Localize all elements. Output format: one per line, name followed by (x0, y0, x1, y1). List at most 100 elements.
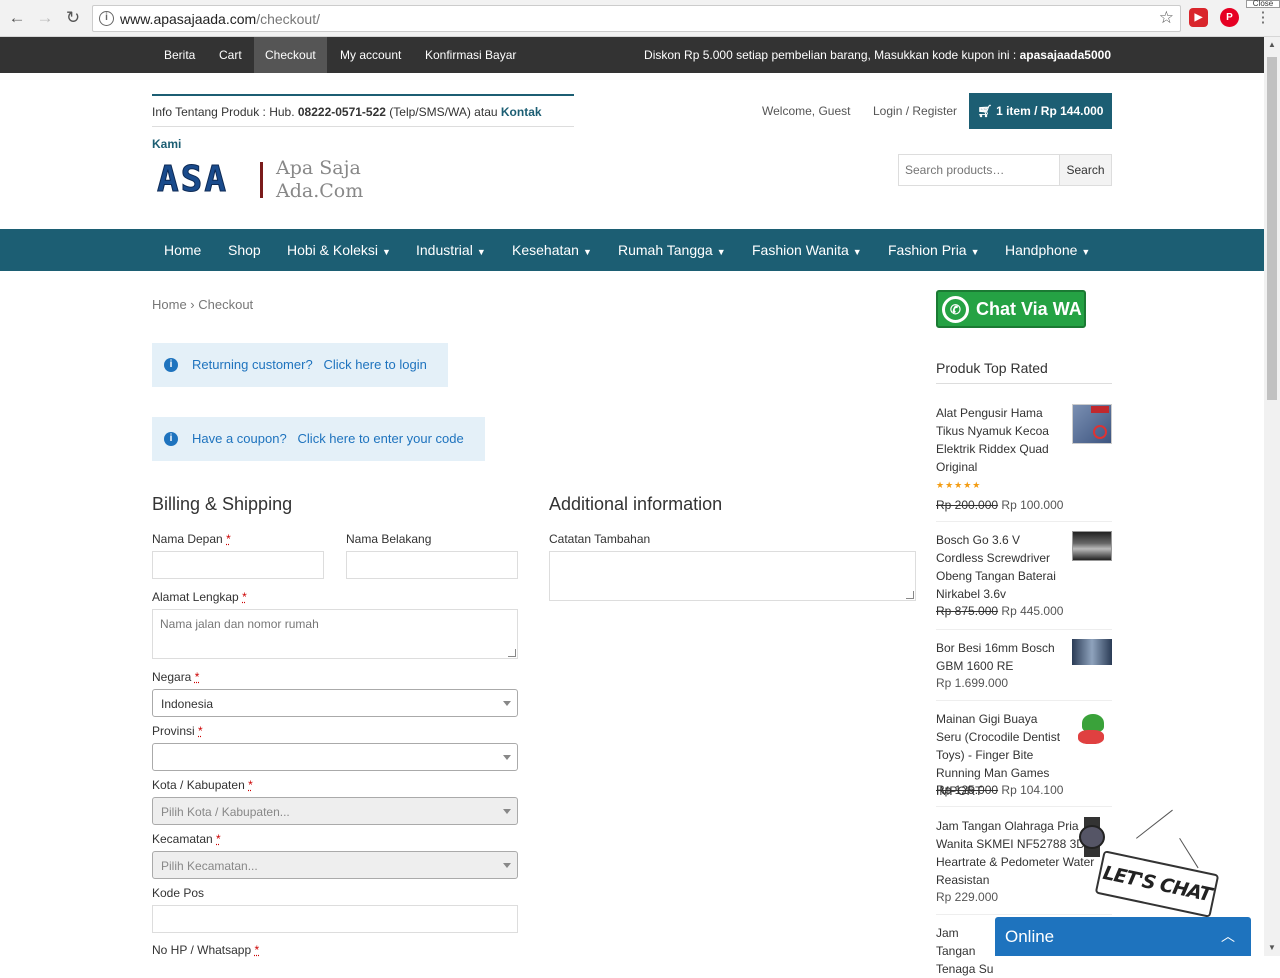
breadcrumb: Home › Checkout (152, 297, 253, 312)
caret-down-icon: ▼ (716, 247, 726, 257)
product-item[interactable]: Jam Tangan Olahraga Pria Wanita SKMEI NF… (936, 817, 1112, 915)
site-logo[interactable]: ASA Apa Saja Ada.Com (156, 157, 372, 203)
reload-icon[interactable]: ↻ (63, 8, 83, 28)
nav-item-fashion-pria[interactable]: Fashion Pria ▼ (888, 229, 980, 273)
notes-label: Catatan Tambahan (549, 532, 651, 546)
caret-down-icon: ▼ (1081, 247, 1091, 257)
product-thumbnail[interactable] (1072, 710, 1112, 750)
chat-online-bar[interactable]: Online ︿ (995, 917, 1251, 956)
product-price: Rp 1.699.000 (936, 676, 1008, 690)
forward-icon[interactable]: → (35, 8, 55, 28)
extension-icon[interactable]: ▶ (1189, 8, 1208, 27)
coupon-link[interactable]: Click here to enter your code (298, 431, 464, 446)
menu-dots-icon[interactable]: ⋮ (1253, 8, 1273, 28)
topbar-link-my-account[interactable]: My account (340, 37, 401, 73)
first-name-field[interactable] (152, 551, 324, 579)
city-select[interactable]: Pilih Kota / Kabupaten... (152, 797, 518, 825)
info-icon: i (164, 358, 178, 372)
product-price: Rp 200.000 Rp 100.000 (936, 498, 1063, 512)
product-item[interactable]: Bosch Go 3.6 V Cordless Screwdriver Oben… (936, 531, 1112, 630)
logo-line2: Ada.Com (276, 180, 364, 202)
product-name[interactable]: Alat Pengusir Hama Tikus Nyamuk Kecoa El… (936, 404, 1066, 476)
province-label: Provinsi * (152, 724, 203, 738)
country-label: Negara * (152, 670, 199, 684)
chevron-up-icon[interactable]: ︿ (1221, 917, 1235, 956)
page-scrollbar[interactable]: ▲ ▼ (1264, 37, 1280, 956)
chevron-down-icon (503, 863, 511, 868)
nav-item-handphone[interactable]: Handphone ▼ (1005, 229, 1090, 273)
nav-item-kesehatan[interactable]: Kesehatan ▼ (512, 229, 592, 273)
province-label-text: Provinsi (152, 724, 195, 738)
cart-button[interactable]: 🛒︎ 1 item / Rp 144.000 (969, 93, 1112, 129)
address-label-text: Alamat Lengkap (152, 590, 239, 604)
required-mark: * (254, 943, 260, 957)
product-item[interactable]: Mainan Gigi Buaya Seru (Crocodile Dentis… (936, 710, 1112, 807)
returning-customer-notice: i Returning customer? Click here to logi… (152, 343, 448, 387)
address-field[interactable]: Nama jalan dan nomor rumah (152, 609, 518, 659)
nav-item-home[interactable]: Home (164, 229, 201, 271)
logo-mark: ASA (156, 159, 229, 201)
search-button[interactable]: Search (1059, 155, 1111, 185)
login-register-link[interactable]: Login / Register (873, 104, 957, 118)
nav-item-shop[interactable]: Shop (228, 229, 261, 271)
product-thumbnail[interactable] (1072, 404, 1112, 444)
nav-item-hobi-koleksi[interactable]: Hobi & Koleksi ▼ (287, 229, 391, 273)
promo-text: Diskon Rp 5.000 setiap pembelian barang,… (644, 37, 1111, 73)
top-rated-title: Produk Top Rated (936, 360, 1112, 384)
promo-message: Diskon Rp 5.000 setiap pembelian barang,… (644, 48, 1020, 62)
chevron-down-icon (503, 701, 511, 706)
product-name[interactable]: Jam Tangan Tenaga Su (936, 924, 996, 978)
scroll-down-icon[interactable]: ▼ (1264, 940, 1280, 956)
district-placeholder: Pilih Kecamatan... (161, 859, 258, 873)
url-host: www.apasajaada.com (120, 11, 257, 27)
topbar-link-konfirmasi[interactable]: Konfirmasi Bayar (425, 37, 516, 73)
phone-label: No HP / Whatsapp * (152, 943, 259, 957)
nav-item-label: Kesehatan (512, 242, 579, 258)
province-select[interactable] (152, 743, 518, 771)
postcode-field[interactable] (152, 905, 518, 933)
login-link[interactable]: Click here to login (324, 357, 427, 372)
district-select[interactable]: Pilih Kecamatan... (152, 851, 518, 879)
chat-wa-button[interactable]: ✆ Chat Via WA (936, 290, 1086, 328)
logo-line1: Apa Saja (276, 157, 361, 179)
product-name[interactable]: Bosch Go 3.6 V Cordless Screwdriver Oben… (936, 531, 1066, 603)
back-icon[interactable]: ← (7, 8, 27, 28)
last-name-field[interactable] (346, 551, 518, 579)
address-bar[interactable]: i www.apasajaada.com/checkout/ ☆ (92, 5, 1181, 32)
close-tag[interactable]: Close (1246, 0, 1280, 8)
caret-down-icon: ▼ (582, 247, 592, 257)
sale-price: Rp 100.000 (1001, 498, 1064, 512)
product-thumbnail[interactable] (1072, 531, 1112, 561)
product-item[interactable]: Bor Besi 16mm Bosch GBM 1600 RE Rp 1.699… (936, 639, 1112, 701)
nav-item-industrial[interactable]: Industrial ▼ (416, 229, 486, 273)
chat-status: Online (1005, 927, 1055, 946)
cart-icon: 🛒︎ (977, 104, 997, 118)
topbar-link-checkout[interactable]: Checkout (254, 37, 327, 73)
bookmark-star-icon[interactable]: ☆ (1159, 8, 1174, 28)
resize-handle[interactable] (906, 591, 914, 599)
required-mark: * (226, 532, 231, 546)
info-icon[interactable]: i (99, 11, 114, 26)
country-select[interactable]: Indonesia (152, 689, 518, 717)
scroll-up-icon[interactable]: ▲ (1264, 37, 1280, 53)
product-name[interactable]: Bor Besi 16mm Bosch GBM 1600 RE (936, 639, 1066, 675)
first-name-label: Nama Depan * (152, 532, 231, 546)
breadcrumb-home[interactable]: Home (152, 297, 187, 312)
search-input[interactable] (899, 155, 1060, 185)
pinterest-icon[interactable]: P (1220, 8, 1239, 27)
district-label-text: Kecamatan (152, 832, 213, 846)
scroll-thumb[interactable] (1267, 57, 1277, 400)
topbar-link-cart[interactable]: Cart (219, 37, 242, 73)
resize-handle[interactable] (508, 649, 516, 657)
logo-text: Apa Saja Ada.Com (276, 157, 363, 203)
old-price: Rp 875.000 (936, 604, 999, 618)
required-mark: * (216, 832, 221, 846)
product-item[interactable]: Alat Pengusir Hama Tikus Nyamuk Kecoa El… (936, 404, 1112, 522)
top-bar: Berita Cart Checkout My account Konfirma… (0, 37, 1264, 73)
nav-item-rumah-tangga[interactable]: Rumah Tangga ▼ (618, 229, 726, 273)
browser-chrome: ← → ↻ i www.apasajaada.com/checkout/ ☆ ▶… (0, 0, 1280, 37)
product-thumbnail[interactable] (1072, 639, 1112, 665)
topbar-link-berita[interactable]: Berita (164, 37, 195, 73)
notes-field[interactable] (549, 551, 916, 601)
nav-item-fashion-wanita[interactable]: Fashion Wanita ▼ (752, 229, 862, 273)
